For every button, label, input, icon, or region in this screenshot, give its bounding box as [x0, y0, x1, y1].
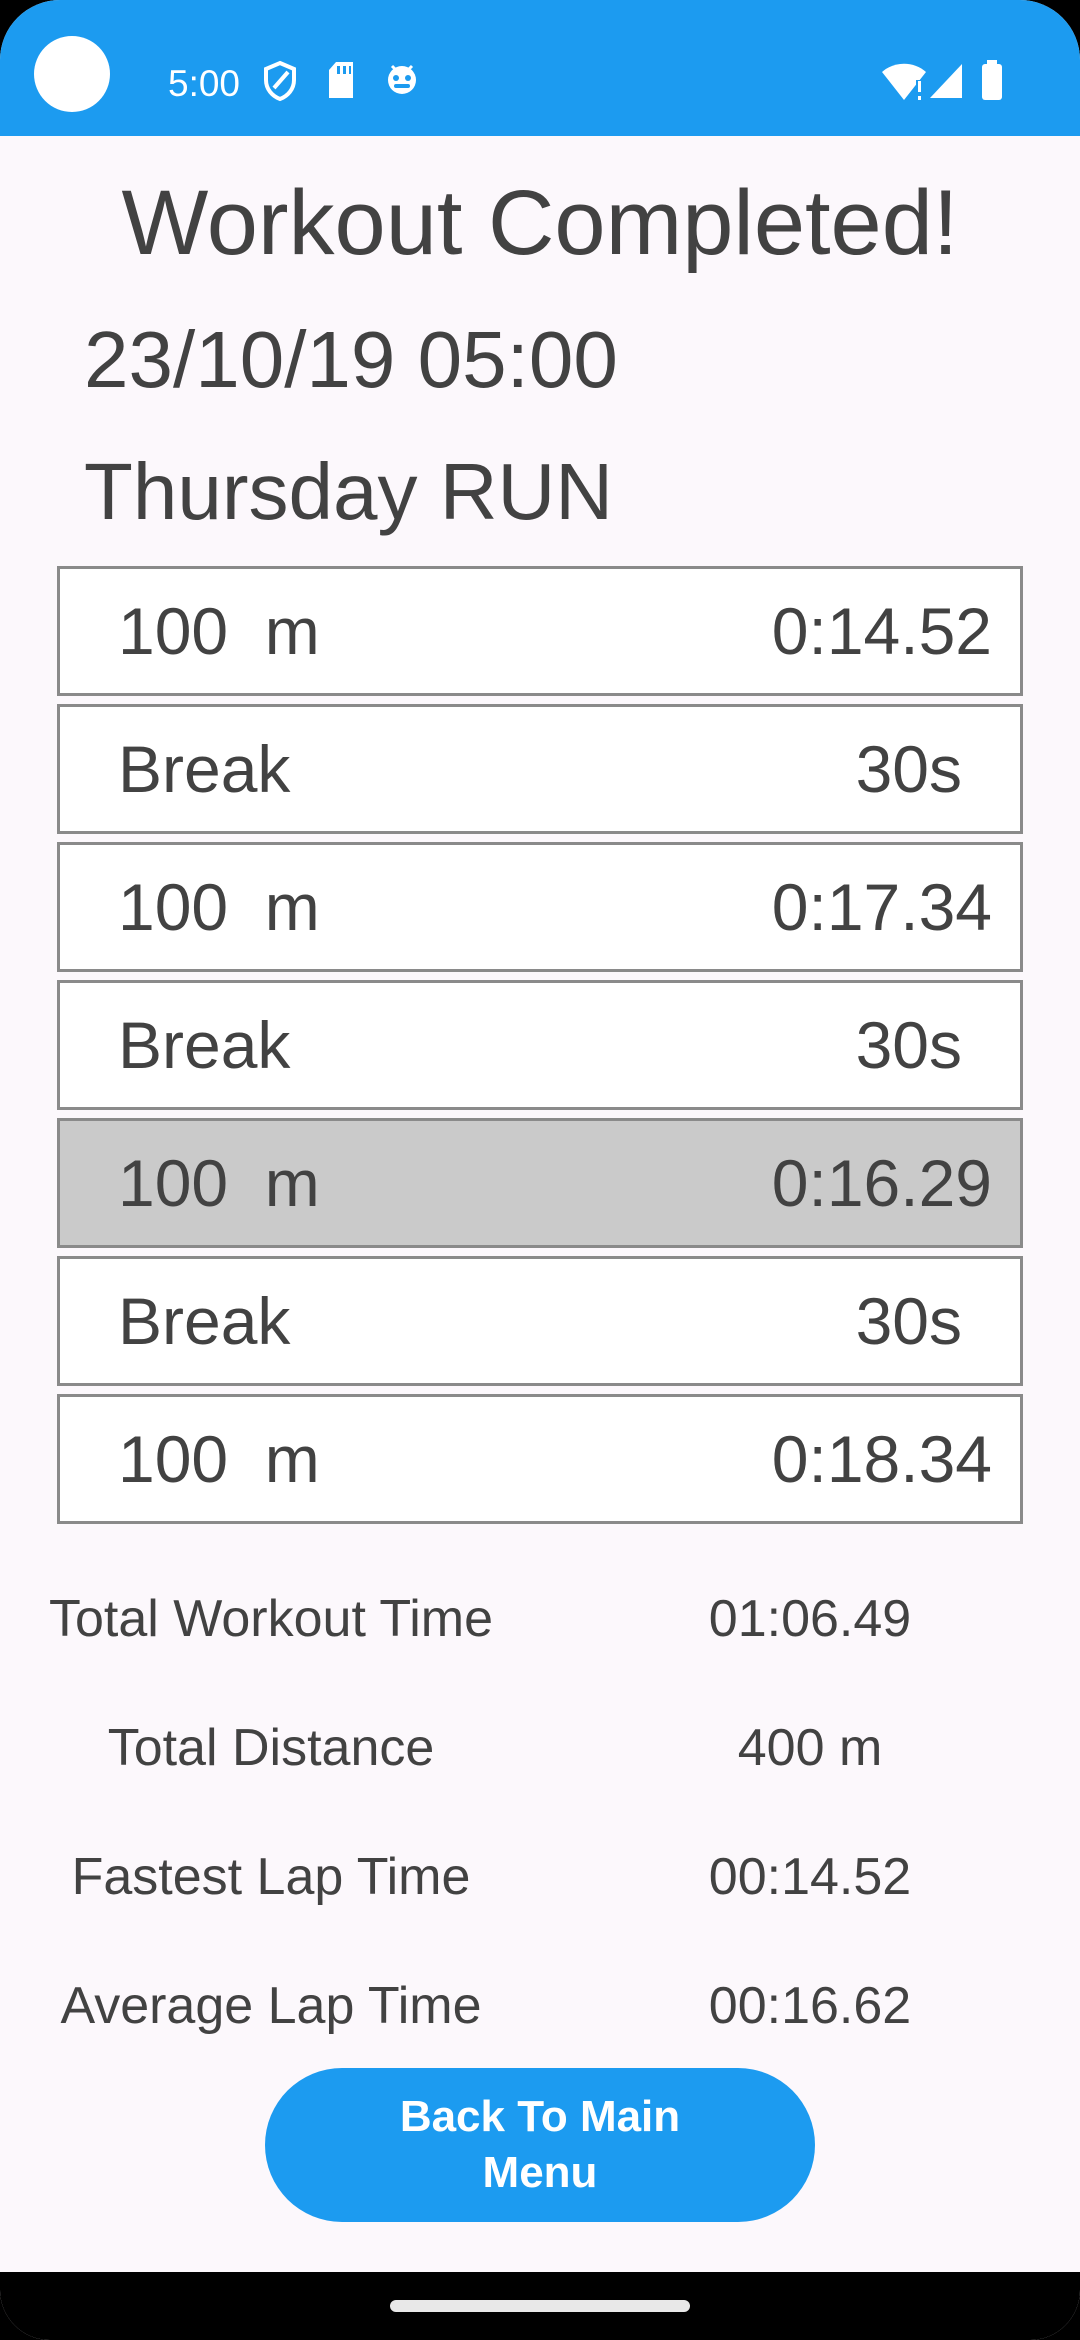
back-to-main-menu-button[interactable]: Back To Main Menu: [265, 2068, 815, 2222]
lap-row[interactable]: 100 m 0:18.34: [57, 1394, 1023, 1524]
stat-value: 00:16.62: [708, 1977, 912, 2035]
lap-row[interactable]: 100 m 0:14.52: [57, 566, 1023, 696]
android-debug-icon: [388, 64, 416, 94]
break-duration: 30s: [855, 732, 962, 806]
lap-list: 100 m 0:14.52 Break 30s 100 m 0:17.34 Break 30s…: [57, 566, 1023, 1532]
stat-value: 01:06.49: [708, 1590, 912, 1648]
lap-row[interactable]: 100 m 0:16.29: [57, 1118, 1023, 1248]
camera-cutout: [34, 36, 110, 112]
break-row[interactable]: Break 30s: [57, 704, 1023, 834]
page-title: Workout Completed!: [121, 172, 959, 274]
home-gesture-handle[interactable]: [390, 2300, 690, 2312]
app-screen: 5:00 Workout Completed! 23/10/19 05:00 T…: [0, 0, 1080, 2340]
shield-icon: [264, 60, 296, 102]
lap-time: 0:17.34: [771, 870, 992, 944]
stat-value: 400 m: [737, 1719, 883, 1777]
status-time: 5:00: [168, 63, 241, 104]
battery-icon: [982, 60, 1002, 100]
stats-summary: Total Workout Time 01:06.49 Total Distance…: [0, 1556, 1080, 2072]
break-row[interactable]: Break 30s: [57, 980, 1023, 1110]
status-bar: 5:00: [0, 0, 1080, 136]
stat-value: 00:14.52: [708, 1848, 912, 1906]
lap-distance: 100 m: [118, 870, 320, 944]
lap-distance: 100 m: [118, 1146, 320, 1220]
stat-label: Total Workout Time: [48, 1590, 494, 1648]
break-label: Break: [118, 1008, 291, 1082]
signal-icon: [930, 64, 962, 98]
lap-distance: 100 m: [118, 594, 320, 668]
workout-date: 23/10/19 05:00: [84, 315, 618, 404]
lap-row[interactable]: 100 m 0:17.34: [57, 842, 1023, 972]
wifi-alert-icon: [882, 63, 926, 101]
break-row[interactable]: Break 30s: [57, 1256, 1023, 1386]
stat-label: Fastest Lap Time: [71, 1848, 471, 1906]
lap-time: 0:14.52: [771, 594, 992, 668]
lap-time: 0:16.29: [771, 1146, 992, 1220]
break-label: Break: [118, 732, 291, 806]
stat-row: Total Workout Time 01:06.49: [0, 1556, 1080, 1685]
break-duration: 30s: [855, 1284, 962, 1358]
lap-distance: 100 m: [118, 1422, 320, 1496]
workout-name: Thursday RUN: [84, 447, 614, 536]
stat-row: Total Distance 400 m: [0, 1685, 1080, 1814]
stat-label: Total Distance: [107, 1719, 435, 1777]
stat-label: Average Lap Time: [60, 1977, 482, 2035]
break-duration: 30s: [855, 1008, 962, 1082]
break-label: Break: [118, 1284, 291, 1358]
sd-card-icon: [329, 62, 353, 98]
stat-row: Fastest Lap Time 00:14.52: [0, 1814, 1080, 1943]
lap-time: 0:18.34: [771, 1422, 992, 1496]
stat-row: Average Lap Time 00:16.62: [0, 1943, 1080, 2072]
